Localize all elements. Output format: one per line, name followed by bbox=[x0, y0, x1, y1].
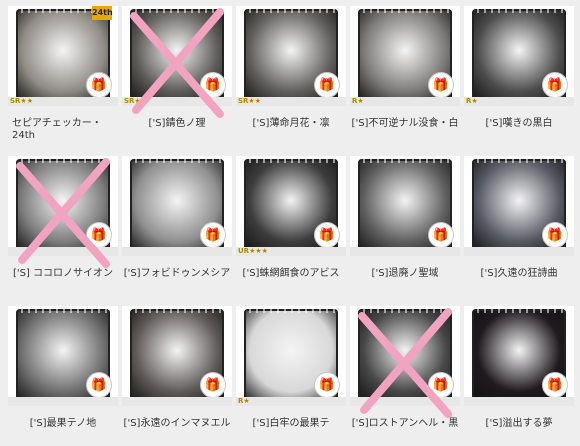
card-thumbnail[interactable]: 🎁 R★ bbox=[350, 6, 460, 106]
rarity-label: R★ bbox=[238, 397, 250, 405]
card-thumbnail[interactable]: 🎁 bbox=[350, 306, 460, 406]
card-title[interactable]: ['S]永遠のインマヌエル bbox=[122, 418, 232, 430]
rarity-strip bbox=[464, 247, 574, 256]
card-item[interactable]: 24th 🎁 SR★★ セピアチェッカー・24th bbox=[8, 6, 118, 146]
card-thumbnail[interactable]: 🎁 R★ bbox=[236, 306, 346, 406]
ribbon-badge: 24th bbox=[92, 6, 113, 20]
card-title[interactable]: ['S]蛛網餌食のアビス bbox=[236, 268, 346, 280]
card-grid: 24th 🎁 SR★★ セピアチェッカー・24th 🎁 SR★ ['S]錆色ノ理 🎁 SR★★ [… bbox=[0, 0, 580, 446]
card-title[interactable]: ['S]溢出する夢 bbox=[464, 418, 574, 430]
card-item[interactable]: 🎁 SR★ ['S]錆色ノ理 bbox=[122, 6, 232, 146]
rarity-strip: R★ bbox=[350, 97, 460, 106]
rarity-strip: SR★★ bbox=[236, 97, 346, 106]
card-item[interactable]: 🎁 ['S]最果テノ地 bbox=[8, 306, 118, 446]
gift-icon[interactable]: 🎁 bbox=[86, 72, 112, 98]
card-thumbnail[interactable]: 🎁 bbox=[464, 156, 574, 256]
card-thumbnail[interactable]: 🎁 bbox=[122, 156, 232, 256]
rarity-label: R★ bbox=[466, 97, 478, 105]
card-item[interactable]: 🎁 ['S]久遠の狂詩曲 bbox=[464, 156, 574, 296]
rarity-strip: R★ bbox=[464, 97, 574, 106]
rarity-label: SR★★ bbox=[238, 97, 261, 105]
gift-icon[interactable]: 🎁 bbox=[86, 372, 112, 398]
rarity-strip bbox=[122, 247, 232, 256]
rarity-strip: SR★ bbox=[122, 97, 232, 106]
gift-icon[interactable]: 🎁 bbox=[314, 222, 340, 248]
gift-icon[interactable]: 🎁 bbox=[542, 222, 568, 248]
card-title[interactable]: ['S]フォビドゥンメシア bbox=[122, 268, 232, 280]
card-title[interactable]: ['S]久遠の狂詩曲 bbox=[464, 268, 574, 280]
card-thumbnail[interactable]: 🎁 SR★★ bbox=[236, 6, 346, 106]
card-title[interactable]: ['S]退廃ノ聖域 bbox=[350, 268, 460, 280]
gift-icon[interactable]: 🎁 bbox=[86, 222, 112, 248]
rarity-strip bbox=[8, 247, 118, 256]
card-thumbnail[interactable]: 🎁 bbox=[8, 156, 118, 256]
gift-icon[interactable]: 🎁 bbox=[314, 372, 340, 398]
card-title[interactable]: セピアチェッカー・24th bbox=[8, 118, 118, 142]
rarity-strip bbox=[122, 397, 232, 406]
card-item[interactable]: 🎁 R★ ['S]白牢の最果テ bbox=[236, 306, 346, 446]
rarity-strip: UR★★★ bbox=[236, 247, 346, 256]
card-item[interactable]: 🎁 ['S]溢出する夢 bbox=[464, 306, 574, 446]
card-item[interactable]: 🎁 ['S]永遠のインマヌエル bbox=[122, 306, 232, 446]
gift-icon[interactable]: 🎁 bbox=[428, 222, 454, 248]
rarity-strip bbox=[464, 397, 574, 406]
rarity-label: R★ bbox=[352, 97, 364, 105]
card-title[interactable]: ['S] ココロノサイオン bbox=[8, 268, 118, 280]
card-thumbnail[interactable]: 🎁 R★ bbox=[464, 6, 574, 106]
card-item[interactable]: 🎁 ['S] ココロノサイオン bbox=[8, 156, 118, 296]
card-thumbnail[interactable]: 🎁 bbox=[350, 156, 460, 256]
rarity-label: SR★★ bbox=[10, 97, 33, 105]
card-title[interactable]: ['S]ロストアンヘル・黒 bbox=[350, 418, 460, 430]
rarity-label: SR★ bbox=[124, 97, 141, 105]
gift-icon[interactable]: 🎁 bbox=[200, 372, 226, 398]
rarity-strip bbox=[350, 247, 460, 256]
gift-icon[interactable]: 🎁 bbox=[428, 372, 454, 398]
gift-icon[interactable]: 🎁 bbox=[200, 72, 226, 98]
card-title[interactable]: ['S]錆色ノ理 bbox=[122, 118, 232, 130]
card-title[interactable]: ['S]嘆きの黒白 bbox=[464, 118, 574, 130]
card-item[interactable]: 🎁 R★ ['S]不可逆ナル没食・白 bbox=[350, 6, 460, 146]
card-item[interactable]: 🎁 SR★★ ['S]薄命月花・凛 bbox=[236, 6, 346, 146]
rarity-strip: SR★★ bbox=[8, 97, 118, 106]
card-thumbnail[interactable]: 🎁 bbox=[8, 306, 118, 406]
gift-icon[interactable]: 🎁 bbox=[314, 72, 340, 98]
rarity-strip bbox=[8, 397, 118, 406]
card-thumbnail[interactable]: 🎁 bbox=[122, 306, 232, 406]
card-item[interactable]: 🎁 UR★★★ ['S]蛛網餌食のアビス bbox=[236, 156, 346, 296]
card-item[interactable]: 🎁 ['S]フォビドゥンメシア bbox=[122, 156, 232, 296]
gift-icon[interactable]: 🎁 bbox=[200, 222, 226, 248]
rarity-label: UR★★★ bbox=[238, 247, 268, 255]
gift-icon[interactable]: 🎁 bbox=[542, 72, 568, 98]
rarity-strip bbox=[350, 397, 460, 406]
card-item[interactable]: 🎁 ['S]退廃ノ聖域 bbox=[350, 156, 460, 296]
gift-icon[interactable]: 🎁 bbox=[542, 372, 568, 398]
card-item[interactable]: 🎁 R★ ['S]嘆きの黒白 bbox=[464, 6, 574, 146]
card-title[interactable]: ['S]薄命月花・凛 bbox=[236, 118, 346, 130]
rarity-strip: R★ bbox=[236, 397, 346, 406]
card-thumbnail[interactable]: 🎁 UR★★★ bbox=[236, 156, 346, 256]
card-item[interactable]: 🎁 ['S]ロストアンヘル・黒 bbox=[350, 306, 460, 446]
card-thumbnail[interactable]: 🎁 SR★ bbox=[122, 6, 232, 106]
card-title[interactable]: ['S]白牢の最果テ bbox=[236, 418, 346, 430]
card-thumbnail[interactable]: 24th 🎁 SR★★ bbox=[8, 6, 118, 106]
gift-icon[interactable]: 🎁 bbox=[428, 72, 454, 98]
card-thumbnail[interactable]: 🎁 bbox=[464, 306, 574, 406]
card-title[interactable]: ['S]最果テノ地 bbox=[8, 418, 118, 430]
card-title[interactable]: ['S]不可逆ナル没食・白 bbox=[350, 118, 460, 130]
